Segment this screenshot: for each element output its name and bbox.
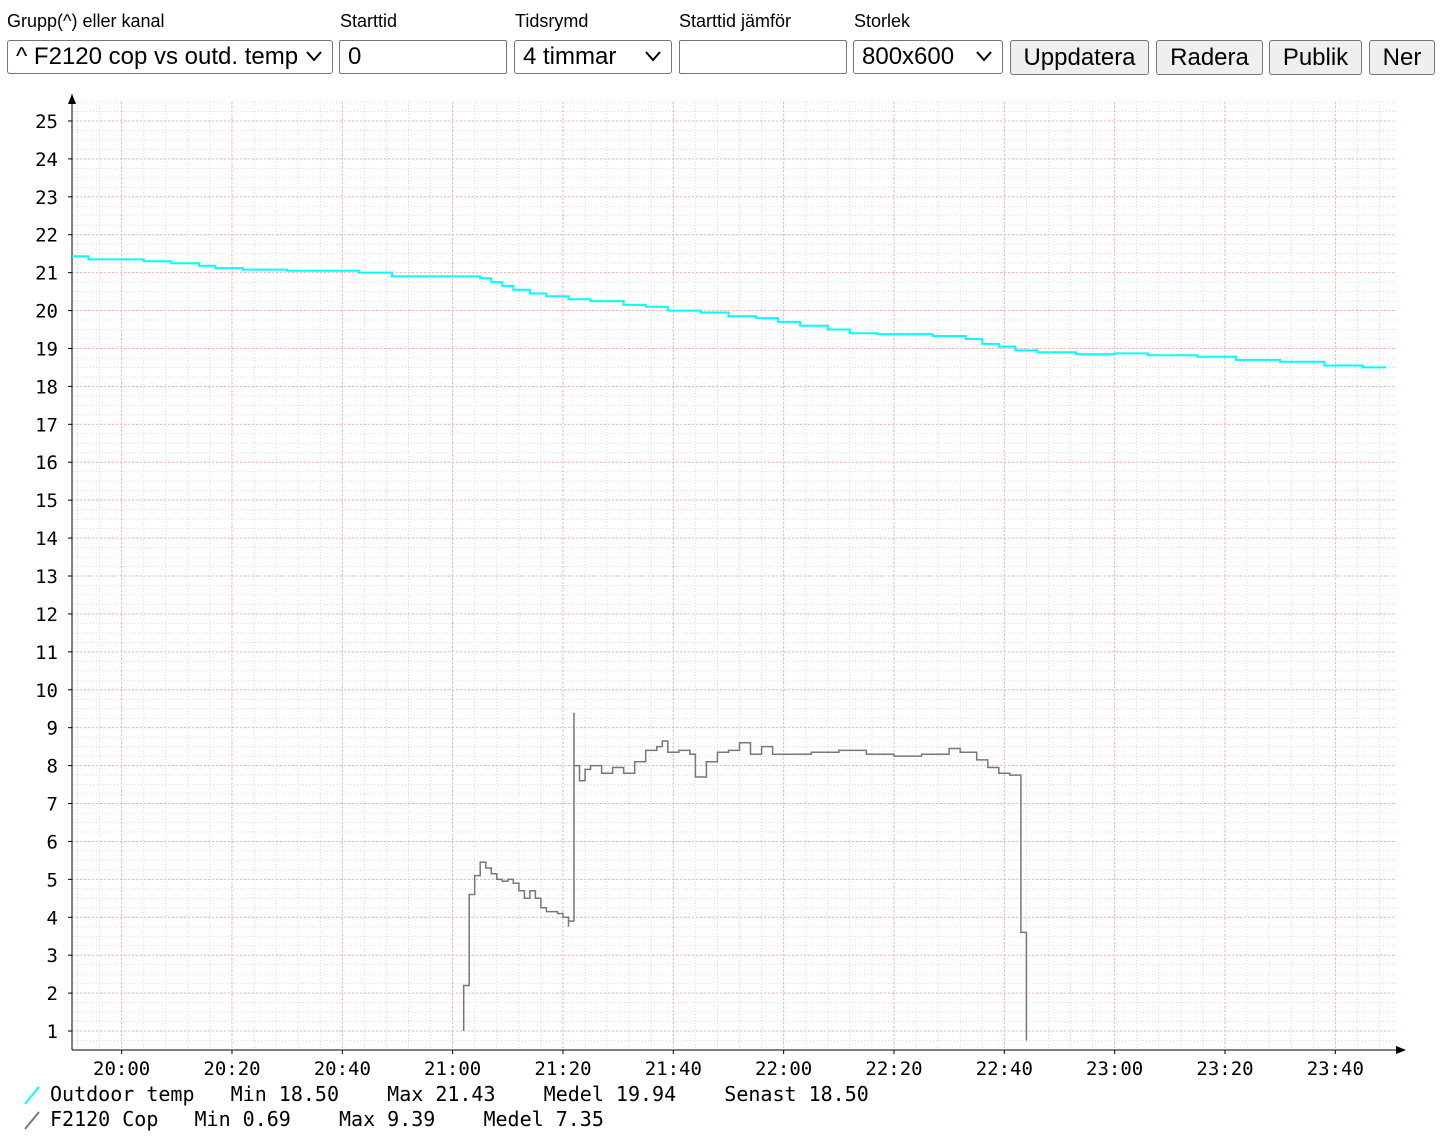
y-tick-label: 21 xyxy=(35,263,58,285)
x-tick-label: 21:00 xyxy=(424,1058,481,1080)
chart-axes xyxy=(68,94,1406,1054)
chevron-down-icon xyxy=(306,51,322,62)
down-button[interactable]: Ner xyxy=(1369,40,1435,75)
chart-legend: Outdoor temp Min 18.50 Max 21.43 Medel 1… xyxy=(24,1082,869,1131)
y-tick-label: 19 xyxy=(35,338,58,360)
y-tick-label: 20 xyxy=(35,301,58,323)
y-axis-arrow xyxy=(68,94,76,104)
y-tick-label: 12 xyxy=(35,604,58,626)
y-tick-label: 6 xyxy=(47,831,58,853)
delete-button[interactable]: Radera xyxy=(1156,40,1263,75)
start-input[interactable]: 0 xyxy=(339,40,507,74)
y-tick-label: 22 xyxy=(35,225,58,247)
y-tick-label: 23 xyxy=(35,187,58,209)
x-tick-label: 23:00 xyxy=(1086,1058,1143,1080)
chevron-down-icon xyxy=(976,51,992,62)
range-label: Tidsrymd xyxy=(515,11,589,31)
legend-entry: F2120 Cop Min 0.69 Max 9.39 Medel 7.35 xyxy=(50,1107,604,1131)
chart-grid xyxy=(72,101,1396,1051)
x-tick-label: 20:40 xyxy=(314,1058,371,1080)
y-tick-label: 24 xyxy=(35,149,58,171)
y-tick-label: 17 xyxy=(35,414,58,436)
size-label: Storlek xyxy=(854,11,911,31)
x-axis-arrow xyxy=(1396,1046,1406,1054)
y-tick-label: 7 xyxy=(47,794,58,816)
range-select-value: 4 timmar xyxy=(523,43,617,70)
x-tick-label: 22:40 xyxy=(976,1058,1033,1080)
y-tick-label: 10 xyxy=(35,680,58,702)
x-tick-label: 23:40 xyxy=(1307,1058,1364,1080)
group-select-value: ^ F2120 cop vs outd. temp xyxy=(16,43,299,70)
y-axis-ticks: 1234567891011121314151617181920212223242… xyxy=(35,111,58,1043)
range-select[interactable]: 4 timmar xyxy=(514,40,672,74)
series-f2120-cop-line xyxy=(462,712,1028,1041)
y-tick-label: 18 xyxy=(35,376,58,398)
legend-swatch xyxy=(24,1111,40,1130)
chevron-down-icon xyxy=(645,51,661,62)
x-axis-ticks: 20:00 20:20 20:40 21:00 21:20 21:40 22:00 22:20… xyxy=(93,1058,1364,1080)
start-label: Starttid xyxy=(340,11,398,31)
y-tick-label: 4 xyxy=(47,907,58,929)
group-select[interactable]: ^ F2120 cop vs outd. temp xyxy=(7,40,333,74)
x-tick-label: 23:20 xyxy=(1196,1058,1253,1080)
x-tick-label: 22:00 xyxy=(755,1058,812,1080)
x-tick-label: 21:20 xyxy=(534,1058,591,1080)
y-tick-label: 16 xyxy=(35,452,58,474)
size-select-value: 800x600 xyxy=(862,43,955,70)
chart-series xyxy=(72,255,1386,1041)
compare-label: Starttid jämför xyxy=(679,11,792,31)
compare-input[interactable] xyxy=(679,40,847,74)
legend-entry: Outdoor temp Min 18.50 Max 21.43 Medel 1… xyxy=(50,1082,869,1106)
group-label: Grupp(^) eller kanal xyxy=(7,11,165,31)
legend-swatch xyxy=(24,1086,40,1105)
update-button[interactable]: Uppdatera xyxy=(1010,40,1149,75)
size-select[interactable]: 800x600 xyxy=(853,40,1003,74)
x-tick-label: 22:20 xyxy=(865,1058,922,1080)
chart: 1234567891011121314151617181920212223242… xyxy=(24,94,1406,1131)
y-tick-label: 13 xyxy=(35,566,58,588)
y-tick-label: 2 xyxy=(47,983,58,1005)
y-tick-label: 9 xyxy=(47,718,58,740)
public-button[interactable]: Publik xyxy=(1269,40,1362,75)
y-tick-label: 3 xyxy=(47,945,58,967)
x-tick-label: 20:00 xyxy=(93,1058,150,1080)
x-tick-label: 21:40 xyxy=(645,1058,702,1080)
y-tick-label: 15 xyxy=(35,490,58,512)
x-tick-label: 20:20 xyxy=(203,1058,260,1080)
y-tick-label: 1 xyxy=(47,1021,58,1043)
y-tick-label: 8 xyxy=(47,756,58,778)
toolbar: Grupp(^) eller kanal ^ F2120 cop vs outd… xyxy=(0,0,1445,80)
y-tick-label: 5 xyxy=(47,869,58,891)
y-tick-label: 25 xyxy=(35,111,58,133)
y-tick-label: 11 xyxy=(35,642,58,664)
y-tick-label: 14 xyxy=(35,528,58,550)
